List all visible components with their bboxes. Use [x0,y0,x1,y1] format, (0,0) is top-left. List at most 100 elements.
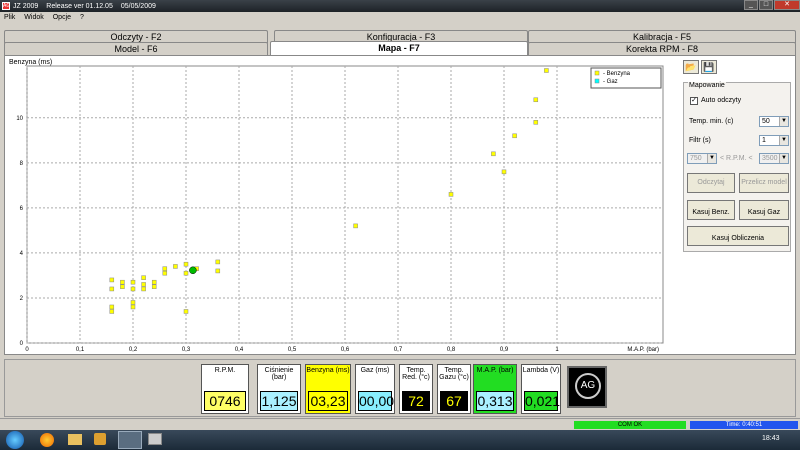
gauge-value: 0,021 [524,391,561,411]
data-point [353,223,358,229]
gauge-1: Ciśnienie (bar) 1,125 [257,364,301,414]
current-point-marker [189,266,197,275]
data-point [120,284,125,289]
data-point [130,279,136,285]
rpm-high-select[interactable]: 3500 ▼ [759,153,789,164]
clear-calculations-button[interactable]: Kasuj Obliczenia [687,226,789,246]
folder-icon[interactable] [68,434,82,445]
x-tick-label: 0,2 [129,347,138,353]
gauge-label: Temp. Red. (°c) [402,367,430,381]
gauge-6: M.A.P. (bar) 0,313 [473,364,517,414]
maximize-button[interactable]: □ [759,0,773,10]
window-icon[interactable] [148,433,162,445]
firefox-icon[interactable] [40,433,54,447]
minimize-button[interactable]: _ [744,0,758,10]
folder-open-icon[interactable]: 📂 [683,60,699,74]
data-point [162,266,168,271]
clear-gas-label: Kasuj Gaz [747,209,781,216]
menu-bar: Plik Widok Opcje ? [0,12,800,22]
floppy-disk-icon[interactable]: 💾 [701,60,717,74]
app-release: Release ver 01.12.05 [46,2,113,10]
data-point [109,286,115,292]
data-point [544,68,549,73]
read-button[interactable]: Odczytaj [687,173,735,193]
y-tick-label: 2 [20,296,24,302]
map-panel: Benzyna (ms) 0 0,1 0,2 0,3 0,4 0,5 0,6 0,7 0,8 0,… [4,55,796,355]
filter-select[interactable]: 1 ▼ [759,135,789,146]
tab-strip: Odczyty - F2 Konfiguracja - F3 Kalibracj… [4,30,796,56]
start-orb-icon[interactable] [6,431,24,449]
clear-gas-button[interactable]: Kasuj Gaz [739,200,789,220]
x-tick-label: 0,3 [182,347,191,353]
data-point [151,284,157,289]
chevron-down-icon: ▼ [779,154,788,163]
gauge-label: Gaz (ms) [360,367,390,374]
x-tick-label: 0,6 [341,347,350,353]
temp-min-label: Temp. min. (c) [689,118,734,125]
x-tick-label: 0 [25,347,29,353]
gauge-label: Lambda (V) [522,367,560,374]
data-point [141,275,146,280]
x-tick-label: 0,8 [447,347,456,353]
ag-app-icon[interactable] [118,431,142,449]
gauge-label: M.A.P. (bar) [476,367,514,374]
tab-model[interactable]: Model - F6 [4,42,268,55]
gauge-value: 1,125 [260,391,298,411]
temp-min-select[interactable]: 50 ▼ [759,116,789,127]
x-tick-label: 0,4 [235,347,244,353]
window-titlebar: AG JZ 2009 Release ver 01.12.05 05/05/20… [0,0,800,12]
data-point [141,282,146,287]
ag-logo-text: AG [575,373,601,399]
gauge-0: R.P.M. 0746 [201,364,249,414]
gauge-value: 67 [440,391,468,411]
filter-label: Filtr (s) [689,137,711,144]
app-title: JZ 2009 [13,2,39,10]
y-tick-label: 8 [20,161,24,167]
x-tick-label: 0,7 [394,347,403,353]
gauge-label: Ciśnienie (bar) [264,367,294,381]
menu-view[interactable]: Widok [24,14,43,21]
app-logo-icon: AG [2,2,11,10]
gauge-value: 0746 [204,391,246,411]
gauges-bar: R.P.M. 0746 Ciśnienie (bar) 1,125 Benzyna (m… [4,359,796,417]
status-bar: COM OK Time: 0:40:51 [0,418,800,430]
auto-read-checkbox[interactable]: ✓ [690,97,698,105]
x-tick-label: 1 [555,347,559,353]
tab-rpm-correction[interactable]: Korekta RPM - F8 [528,42,796,55]
x-tick-label: 0,9 [500,347,509,353]
map-sidebar: 📂 💾 Mapowanie ✓ Auto odczyty Temp. min. … [683,60,791,352]
gauge-7: Lambda (V) 0,021 [521,364,561,414]
menu-options[interactable]: Opcje [53,14,71,21]
y-tick-label: 0 [20,341,24,347]
data-point [173,264,178,269]
gauge-label: Benzyna (ms) [306,367,350,374]
y-tick-label: 10 [16,116,23,122]
ag-logo: AG [567,366,607,408]
tab-map[interactable]: Mapa - F7 [270,41,528,55]
data-point [183,270,189,276]
clear-petrol-label: Kasuj Benz. [692,209,730,216]
auto-read-label: Auto odczyty [701,97,742,104]
chevron-down-icon: ▼ [779,136,788,145]
app-date: 05/05/2009 [120,2,156,10]
gauge-value: 0,313 [476,391,514,411]
menu-file[interactable]: Plik [4,14,15,21]
taskbar: 18:43 [0,430,800,450]
gauge-value: 72 [402,391,430,411]
gauge-3: Gaz (ms) 00,00 [355,364,395,414]
recalc-model-button[interactable]: Przelicz model [739,173,789,193]
rpm-low-select[interactable]: 750 ▼ [687,153,717,164]
mapping-group-title: Mapowanie [688,82,726,89]
media-player-icon[interactable] [94,433,106,445]
gauge-4: Temp. Red. (°c) 72 [399,364,433,414]
clear-petrol-button[interactable]: Kasuj Benz. [687,200,735,220]
data-point [512,133,517,139]
menu-help[interactable]: ? [80,14,84,21]
x-tick-label: 0,1 [76,347,85,353]
data-point [533,97,539,103]
data-point [491,151,496,157]
data-point [109,304,115,310]
chevron-down-icon: ▼ [779,117,788,126]
close-button[interactable]: ✕ [774,0,800,10]
data-point [448,192,454,197]
